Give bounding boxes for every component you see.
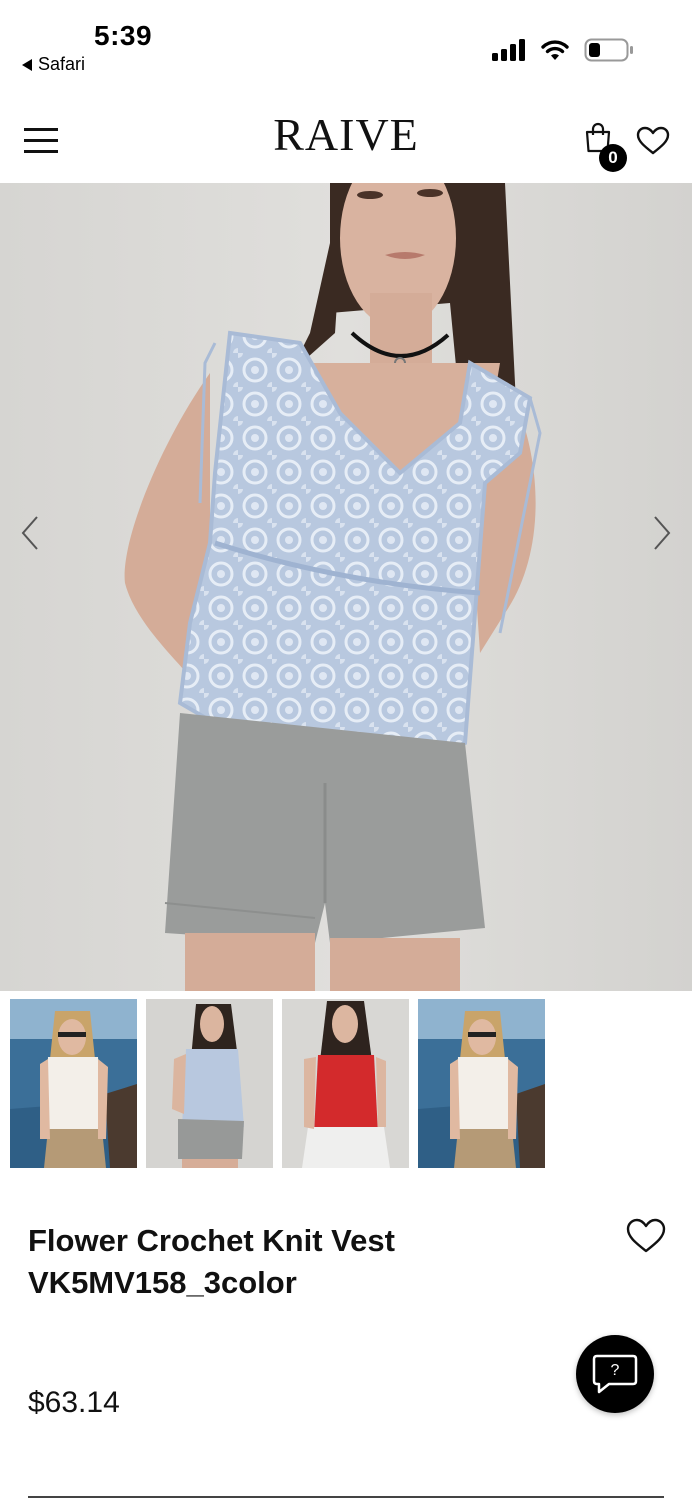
hamburger-menu-icon [24,128,58,131]
thumbnail-image [282,999,409,1168]
gallery-prev-button[interactable] [16,513,46,553]
thumbnail-red-studio[interactable] [282,999,409,1168]
chat-bubble-icon: ? [592,1354,638,1394]
thumbnail-image [146,999,273,1168]
heart-icon [636,126,670,155]
system-icons [492,38,634,62]
thumbnail-image [10,999,137,1168]
product-title: Flower Crochet Knit Vest VK5MV158_3color [28,1220,588,1304]
thumbnail-strip [10,999,545,1168]
back-app-label: Safari [38,54,86,74]
status-time: 5:39 [94,20,153,51]
thumbnail-blue-studio[interactable] [146,999,273,1168]
product-name: Flower Crochet Knit Vest [28,1223,395,1258]
cart-count-badge: 0 [599,144,627,172]
product-main-image[interactable] [0,183,692,991]
back-to-app-link[interactable]: Safari [22,54,85,75]
header-wishlist-button[interactable] [636,126,670,156]
model-photo [0,183,692,991]
wifi-icon [541,40,569,60]
thumbnail-image [418,999,545,1168]
thumbnail-white-beach[interactable] [10,999,137,1168]
chevron-right-icon [654,516,671,550]
heart-icon [626,1218,666,1253]
chat-label: ? [611,1362,620,1379]
battery-icon [584,38,633,62]
product-wishlist-button[interactable] [626,1218,666,1254]
hamburger-menu-icon [24,150,58,153]
back-triangle-icon [22,58,32,71]
section-divider [28,1496,664,1498]
chat-support-button[interactable]: ? [576,1335,654,1413]
product-price: $63.14 [28,1386,120,1419]
status-bar: 5:39 Safari [0,0,692,90]
hamburger-menu-icon [24,139,58,142]
hamburger-menu-button[interactable] [24,126,60,154]
cart-button[interactable]: 0 [580,122,630,172]
chevron-left-icon [21,516,38,550]
gallery-next-button[interactable] [646,513,676,553]
cellular-signal-icon [492,39,525,61]
site-header: RAIVE 0 [0,96,692,182]
thumbnail-white-beach-2[interactable] [418,999,545,1168]
product-code: VK5MV158_3color [28,1265,297,1300]
